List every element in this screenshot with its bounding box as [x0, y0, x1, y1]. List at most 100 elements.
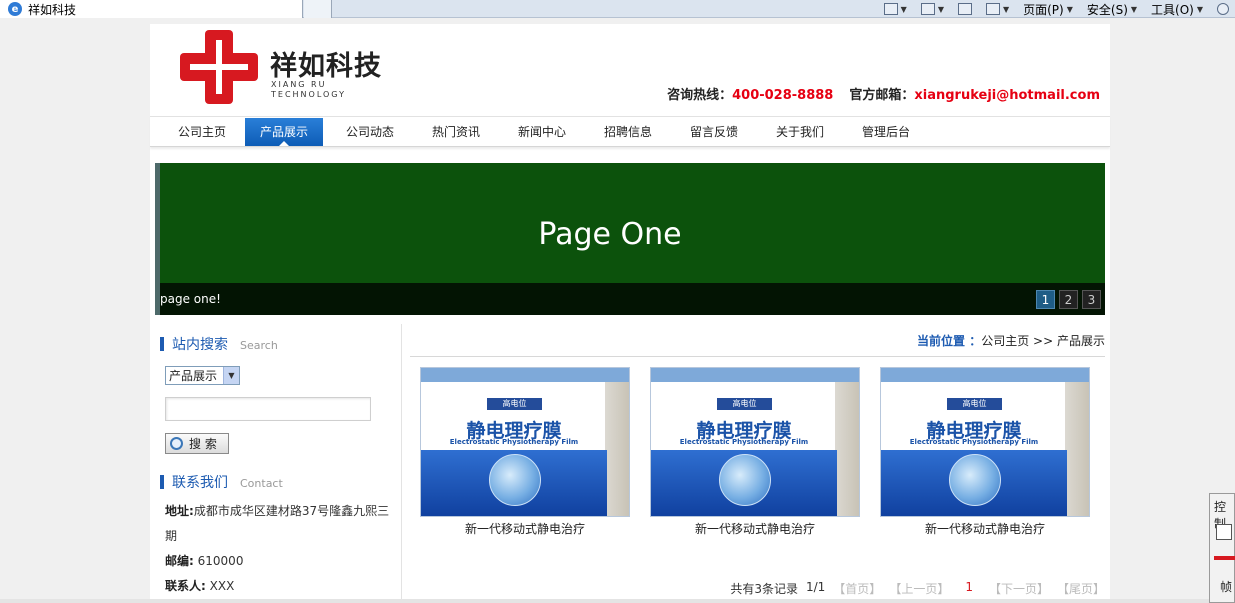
tools-menu-label: 工具(O) — [1151, 2, 1194, 17]
page-menu[interactable]: 页面(P) ▼ — [1023, 1, 1073, 18]
tools-menu[interactable]: 工具(O) ▼ — [1151, 1, 1203, 18]
browser-tab[interactable]: e 祥如科技 — [0, 0, 303, 18]
nav-item-feedback[interactable]: 留言反馈 — [671, 118, 757, 146]
product-image[interactable]: 高电位 静电理疗膜 Electrostatic Physiotherapy Fi… — [650, 367, 860, 517]
product-image[interactable]: 高电位 静电理疗膜 Electrostatic Physiotherapy Fi… — [880, 367, 1090, 517]
banner-slideshow[interactable]: Page One page one! 1 2 3 — [155, 163, 1105, 315]
chevron-down-icon: ▼ — [937, 4, 944, 14]
printer-icon — [985, 3, 1000, 15]
control-panel-slider[interactable] — [1214, 556, 1235, 560]
help-button[interactable] — [1217, 3, 1229, 15]
category-select[interactable]: 产品展示 ▼ — [165, 366, 240, 385]
product-card[interactable]: 高电位 静电理疗膜 Electrostatic Physiotherapy Fi… — [650, 367, 860, 538]
breadcrumb-label: 当前位置 ： — [917, 334, 982, 348]
product-name[interactable]: 新一代移动式静电治疗 — [650, 520, 860, 538]
pagination-next[interactable]: 【下一页】 — [989, 580, 1049, 597]
search-button[interactable]: 搜 索 — [165, 433, 229, 454]
site-header: 祥如科技 XIANG RU TECHNOLOGY 咨询热线：400-028-88… — [150, 24, 1110, 114]
search-icon — [170, 437, 183, 450]
breadcrumb: 当前位置 ：公司主页 >> 产品展示 — [917, 332, 1105, 349]
pagination-first[interactable]: 【首页】 — [833, 580, 881, 597]
feeds-button[interactable]: ▼ — [920, 3, 944, 15]
header-contact: 咨询热线：400-028-8888 官方邮箱：xiangrukeji@hotmai… — [667, 84, 1100, 103]
main-content: 当前位置 ：公司主页 >> 产品展示 高电位 静电理疗膜 Electrostat… — [410, 324, 1110, 603]
chevron-down-icon: ▼ — [1002, 4, 1010, 14]
logo-cross-icon[interactable] — [180, 30, 258, 104]
search-button-label: 搜 索 — [189, 437, 217, 451]
contact-zip: 邮编: 610000 — [165, 554, 244, 568]
hotline-number: 400-028-8888 — [732, 88, 834, 103]
chevron-down-icon[interactable]: ▼ — [223, 367, 239, 384]
product-brand: 高电位 — [947, 398, 1002, 410]
product-card[interactable]: 高电位 静电理疗膜 Electrostatic Physiotherapy Fi… — [420, 367, 630, 538]
email-label: 官方邮箱： — [849, 88, 915, 103]
mail-icon — [957, 3, 972, 15]
control-panel-button[interactable] — [1216, 524, 1232, 540]
contact-address: 地址:成都市成华区建材路37号隆鑫九熙三期 — [165, 504, 390, 543]
print-button[interactable]: ▼ — [985, 3, 1010, 15]
product-name[interactable]: 新一代移动式静电治疗 — [420, 520, 630, 538]
pagination-current: 1 — [965, 580, 973, 594]
banner-page-2[interactable]: 2 — [1059, 290, 1078, 309]
home-button[interactable]: ▼ — [883, 3, 907, 15]
nav-item-news-center[interactable]: 新闻中心 — [499, 118, 585, 146]
status-strip — [0, 599, 1209, 603]
logo-text: 祥如科技 — [270, 51, 382, 82]
product-image[interactable]: 高电位 静电理疗膜 Electrostatic Physiotherapy Fi… — [420, 367, 630, 517]
product-box-en: Electrostatic Physiotherapy Film — [679, 438, 809, 446]
email-address[interactable]: xiangrukeji@hotmail.com — [914, 88, 1100, 103]
divider — [410, 356, 1105, 357]
search-input[interactable] — [165, 397, 371, 421]
pagination-total: 共有3条记录 — [730, 582, 798, 596]
safety-menu-label: 安全(S) — [1086, 2, 1128, 17]
nav-item-products[interactable]: 产品展示 — [245, 118, 323, 146]
pagination-prev[interactable]: 【上一页】 — [889, 580, 949, 597]
product-name[interactable]: 新一代移动式静电治疗 — [880, 520, 1090, 538]
banner-pager: 1 2 3 — [1036, 290, 1101, 309]
breadcrumb-home[interactable]: 公司主页 — [981, 334, 1029, 348]
page-menu-label: 页面(P) — [1023, 2, 1064, 17]
pagination-last[interactable]: 【尾页】 — [1057, 580, 1105, 597]
main-nav: 公司主页 产品展示 公司动态 热门资讯 新闻中心 招聘信息 留言反馈 关于我们 … — [150, 116, 1110, 147]
banner-page-3[interactable]: 3 — [1082, 290, 1101, 309]
safety-menu[interactable]: 安全(S) ▼ — [1087, 1, 1137, 18]
banner-title: Page One — [538, 217, 682, 252]
pagination-page: 1/1 — [805, 580, 826, 594]
nav-item-jobs[interactable]: 招聘信息 — [585, 118, 671, 146]
rss-icon — [920, 3, 935, 15]
category-select-value: 产品展示 — [169, 369, 218, 383]
nav-item-home[interactable]: 公司主页 — [159, 118, 245, 146]
search-title-en: Search — [240, 339, 278, 352]
banner-caption-bar: page one! 1 2 3 — [160, 283, 1105, 315]
search-section-title: 站内搜索 Search — [160, 334, 278, 354]
product-brand: 高电位 — [487, 398, 542, 410]
web-page: 祥如科技 XIANG RU TECHNOLOGY 咨询热线：400-028-88… — [150, 24, 1110, 603]
logo-subtitle-2: TECHNOLOGY — [271, 90, 346, 99]
product-card[interactable]: 高电位 静电理疗膜 Electrostatic Physiotherapy Fi… — [880, 367, 1090, 538]
search-title: 站内搜索 — [172, 337, 228, 353]
contact-title-en: Contact — [240, 477, 283, 490]
banner-caption: page one! — [160, 292, 221, 306]
banner-page-1[interactable]: 1 — [1036, 290, 1055, 309]
breadcrumb-current: 产品展示 — [1056, 334, 1105, 348]
new-tab-button[interactable] — [304, 0, 332, 18]
contact-info: 地址:成都市成华区建材路37号隆鑫九熙三期 邮编: 610000 联系人: XX… — [165, 499, 390, 599]
control-panel-label-2: 帧 — [1220, 580, 1233, 594]
product-brand: 高电位 — [717, 398, 772, 410]
ie-icon: e — [8, 2, 22, 16]
contact-section-title: 联系我们 Contact — [160, 472, 283, 492]
hotline-label: 咨询热线： — [667, 88, 733, 103]
breadcrumb-separator: >> — [1033, 334, 1054, 348]
chevron-down-icon: ▼ — [1196, 4, 1203, 14]
nav-item-about[interactable]: 关于我们 — [757, 118, 843, 146]
nav-item-hot-info[interactable]: 热门资讯 — [413, 118, 499, 146]
home-icon — [883, 3, 898, 15]
product-grid: 高电位 静电理疗膜 Electrostatic Physiotherapy Fi… — [420, 367, 1090, 538]
nav-item-company-news[interactable]: 公司动态 — [327, 118, 413, 146]
read-mail-button[interactable] — [957, 3, 972, 15]
pagination: 共有3条记录 1/1 【首页】 【上一页】 1 【下一页】 【尾页】 — [730, 580, 1105, 597]
left-sidebar: 站内搜索 Search 产品展示 ▼ 搜 索 联系我们 Contact 地址:成… — [150, 324, 402, 603]
floating-control-panel[interactable]: 控制 帧 — [1209, 493, 1235, 603]
nav-item-admin[interactable]: 管理后台 — [843, 118, 929, 146]
chevron-down-icon: ▼ — [1066, 4, 1073, 14]
